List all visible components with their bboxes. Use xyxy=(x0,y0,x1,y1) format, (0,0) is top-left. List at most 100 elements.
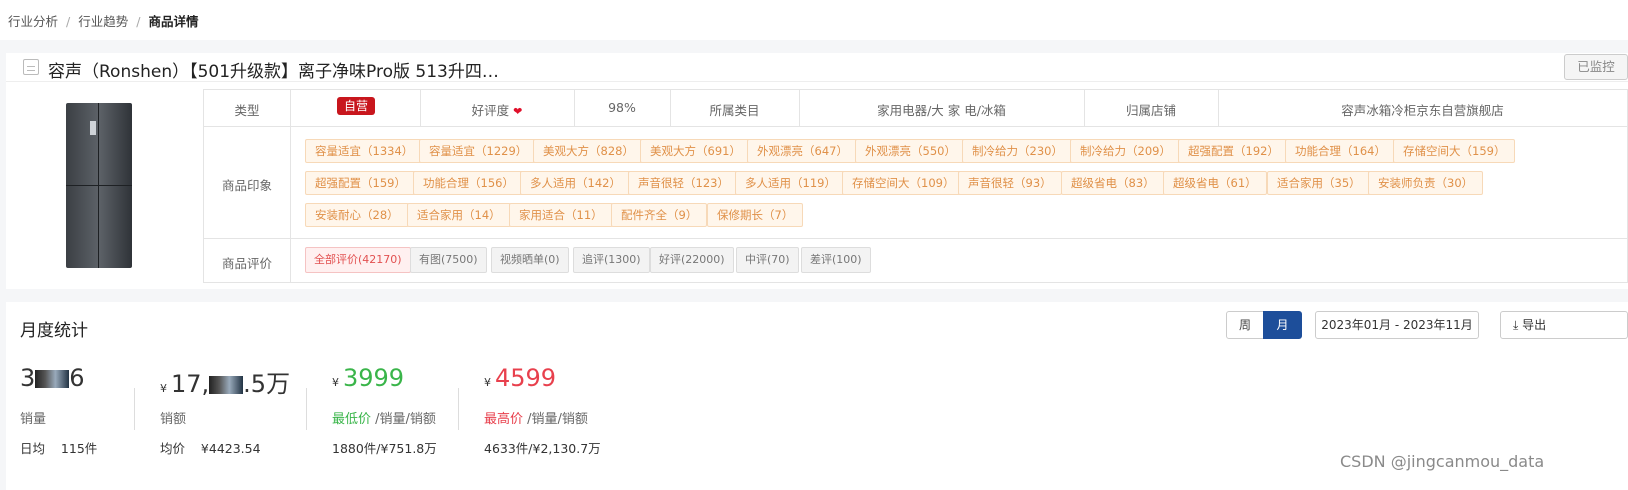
impression-tag[interactable]: 美观大方（828） xyxy=(533,139,644,163)
revenue-metric: ¥17, .5万 xyxy=(160,364,290,399)
shop-value[interactable]: 容声冰箱冷柜京东自营旗舰店 xyxy=(1218,100,1627,119)
breadcrumb: 行业分析 / 行业趋势 / 商品详情 xyxy=(8,11,198,30)
review-tag-follow-up[interactable]: 追评(1300) xyxy=(573,247,650,273)
breadcrumb-industry-trend[interactable]: 行业趋势 xyxy=(78,11,128,30)
review-tag-video[interactable]: 视频晒单(0) xyxy=(491,247,569,273)
impression-tag[interactable]: 安装师负责（30） xyxy=(1368,171,1484,195)
max-price-label-group: 最高价 /销量/销额 xyxy=(484,408,588,427)
metric-divider xyxy=(134,388,135,430)
impression-tag[interactable]: 超强配置（192） xyxy=(1178,139,1289,163)
self-operated-badge: 自营 xyxy=(337,97,375,115)
impression-tag[interactable]: 外观漂亮（647） xyxy=(747,139,858,163)
min-price-label-group: 最低价 /销量/销额 xyxy=(332,408,436,427)
product-image xyxy=(66,103,132,268)
max-price-detail: 4633件/¥2,130.7万 xyxy=(484,441,601,456)
review-tag-positive[interactable]: 好评(22000) xyxy=(650,247,734,273)
impression-tag[interactable]: 家用适合（11） xyxy=(509,203,613,227)
max-price-value: 4599 xyxy=(495,364,557,392)
review-tag-neutral[interactable]: 中评(70) xyxy=(736,247,799,273)
monitor-button[interactable]: 已监控 xyxy=(1564,54,1628,80)
redaction-mask xyxy=(35,370,70,388)
breadcrumb-bar: 行业分析 / 行业趋势 / 商品详情 xyxy=(0,0,1628,40)
monthly-stats-title: 月度统计 xyxy=(20,321,88,341)
min-price-value: 3999 xyxy=(343,364,405,392)
breadcrumb-separator: / xyxy=(136,14,141,29)
product-info-table: 类型 自营 好评度 ❤ 98% 所属类目 家用电器/大 家 电/冰箱 归属店铺 … xyxy=(203,89,1628,283)
date-range-picker[interactable]: 2023年01月 - 2023年11月 xyxy=(1315,311,1479,339)
week-toggle[interactable]: 周 xyxy=(1226,311,1264,339)
min-price-label-suffix: /销量/销额 xyxy=(375,412,436,427)
impression-tag[interactable]: 多人适用（142） xyxy=(520,171,631,195)
watermark: CSDN @jingcanmou_data xyxy=(1340,452,1545,471)
revenue-average-price: 均价 ¥4423.54 xyxy=(160,438,261,457)
redaction-mask xyxy=(209,376,244,394)
revenue-currency: ¥ xyxy=(160,382,167,395)
type-label: 类型 xyxy=(234,103,260,118)
max-price-label: 最高价 xyxy=(484,412,524,427)
sales-avg-value: 115件 xyxy=(60,441,98,456)
metric-divider xyxy=(306,388,307,430)
impression-label: 商品印象 xyxy=(221,178,272,193)
max-price-metric: ¥4599 xyxy=(484,364,556,392)
impression-tag[interactable]: 功能合理（156） xyxy=(413,171,524,195)
category-label: 所属类目 xyxy=(709,103,760,118)
impression-tag[interactable]: 声音很轻（123） xyxy=(628,171,739,195)
breadcrumb-industry-analysis[interactable]: 行业分析 xyxy=(8,11,58,30)
product-card: 容声（Ronshen）【501升级款】离子净味Pro版 513升四… 已监控 类… xyxy=(6,53,1628,289)
impression-tag[interactable]: 超级省电（83） xyxy=(1061,171,1165,195)
fridge-panel xyxy=(90,121,96,135)
download-icon: ⤓ xyxy=(1513,318,1519,332)
impression-tag[interactable]: 适合家用（14） xyxy=(407,203,511,227)
review-tag-negative[interactable]: 差评(100) xyxy=(801,247,871,273)
breadcrumb-current: 商品详情 xyxy=(148,14,199,29)
impression-tag[interactable]: 多人适用（119） xyxy=(735,171,846,195)
review-tag-with-image[interactable]: 有图(7500) xyxy=(410,247,487,273)
review-tag-all[interactable]: 全部评价(42170) xyxy=(305,247,411,273)
revenue-label: 销额 xyxy=(160,412,187,427)
impression-tag[interactable]: 美观大方（691） xyxy=(640,139,751,163)
min-price-label: 最低价 xyxy=(332,412,372,427)
impression-tag[interactable]: 功能合理（164） xyxy=(1285,139,1396,163)
impression-tag[interactable]: 制冷给力（209） xyxy=(1070,139,1181,163)
product-title[interactable]: 容声（Ronshen）【501升级款】离子净味Pro版 513升四… xyxy=(48,57,499,82)
min-price-currency: ¥ xyxy=(332,376,339,389)
impression-tag[interactable]: 容量适宜（1334） xyxy=(305,139,424,163)
max-price-label-suffix: /销量/销额 xyxy=(527,412,588,427)
min-price-metric: ¥3999 xyxy=(332,364,404,392)
max-price-currency: ¥ xyxy=(484,376,491,389)
product-title-row: 容声（Ronshen）【501升级款】离子净味Pro版 513升四… 已监控 xyxy=(6,53,1628,82)
review-label: 商品评价 xyxy=(221,256,272,271)
category-value: 家用电器/大 家 电/冰箱 xyxy=(877,103,1006,118)
impression-tag[interactable]: 安装耐心（28） xyxy=(305,203,409,227)
favor-value: 98% xyxy=(608,100,636,115)
impression-tag[interactable]: 超强配置（159） xyxy=(305,171,416,195)
heart-icon: ❤ xyxy=(513,105,523,118)
sales-metric: 36 xyxy=(20,364,85,392)
impression-tag[interactable]: 保修期长（7） xyxy=(707,203,804,227)
impression-tag[interactable]: 存储空间大（159） xyxy=(1393,139,1516,163)
min-price-detail: 1880件/¥751.8万 xyxy=(332,441,437,456)
revenue-avg-value: ¥4423.54 xyxy=(200,441,261,456)
export-label: 导出 xyxy=(1522,318,1547,332)
impression-tag[interactable]: 配件齐全（9） xyxy=(611,203,708,227)
revenue-value-start: 17, xyxy=(171,370,210,398)
impression-tag[interactable]: 超级省电（61） xyxy=(1163,171,1267,195)
impression-tag[interactable]: 存储空间大（109） xyxy=(842,171,965,195)
breadcrumb-separator: / xyxy=(66,14,71,29)
sales-value-end: 6 xyxy=(69,364,85,392)
row-divider xyxy=(204,126,1627,127)
impression-tag[interactable]: 容量适宜（1229） xyxy=(419,139,538,163)
month-toggle[interactable]: 月 xyxy=(1263,311,1302,339)
impression-tag[interactable]: 外观漂亮（550） xyxy=(855,139,966,163)
impression-tag[interactable]: 声音很轻（93） xyxy=(958,171,1062,195)
export-button[interactable]: ⤓ 导出 xyxy=(1500,311,1628,339)
favor-label-cell: 好评度 ❤ xyxy=(420,100,574,119)
metric-divider xyxy=(458,388,459,430)
revenue-avg-label: 均价 xyxy=(160,441,186,456)
favor-label: 好评度 xyxy=(471,103,510,118)
impression-tag[interactable]: 制冷给力（230） xyxy=(962,139,1073,163)
sales-daily-average: 日均 115件 xyxy=(20,438,97,457)
shop-label: 归属店铺 xyxy=(1125,103,1176,118)
row-divider xyxy=(204,238,1627,239)
impression-tag[interactable]: 适合家用（35） xyxy=(1267,171,1371,195)
